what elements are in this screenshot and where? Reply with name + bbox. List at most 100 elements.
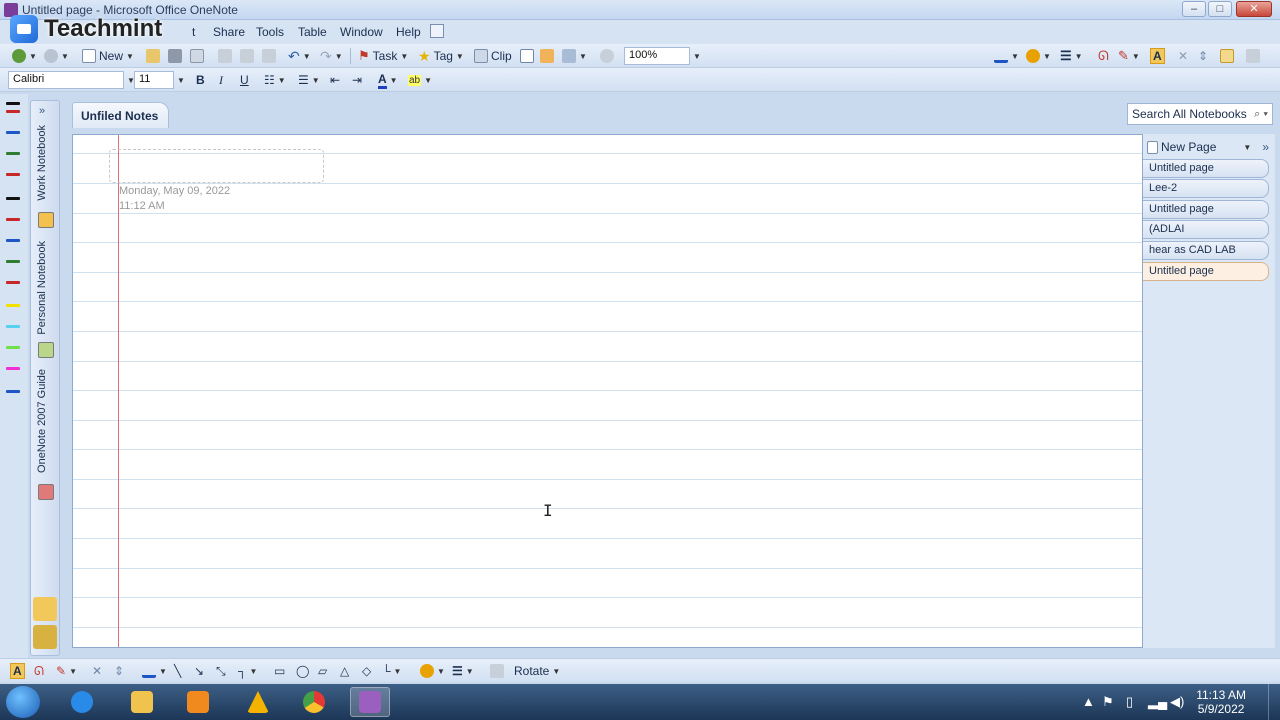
task-button[interactable]: ⚑ Task ▼ bbox=[358, 47, 408, 65]
green-pen-2[interactable] bbox=[6, 260, 20, 263]
insert-space-tool[interactable]: ⇕ bbox=[114, 662, 124, 680]
font-size-select[interactable]: 11 ▼ bbox=[134, 71, 185, 89]
redo-button[interactable]: ↷ ▼ bbox=[320, 47, 343, 65]
back-button[interactable]: ▼ bbox=[12, 47, 37, 65]
thickness-tool[interactable]: ☰ ▼ bbox=[452, 662, 474, 680]
type-select-button[interactable]: A bbox=[1150, 47, 1165, 65]
delete-drawing-button[interactable]: ✕ bbox=[1178, 47, 1188, 65]
system-clock[interactable]: 11:13 AM 5/9/2022 bbox=[1196, 688, 1246, 716]
start-button[interactable] bbox=[6, 686, 40, 718]
page-tab-3[interactable]: Untitled page bbox=[1143, 200, 1269, 219]
notebook-work-icon[interactable] bbox=[38, 212, 54, 228]
diamond-tool[interactable]: ◇ bbox=[362, 662, 371, 680]
new-page-button[interactable]: New Page ▼ » bbox=[1147, 138, 1269, 156]
page-tab-5[interactable]: hear as CAD LAB bbox=[1143, 241, 1269, 260]
tag-button[interactable]: ★ Tag ▼ bbox=[418, 47, 464, 65]
page-list-button[interactable] bbox=[540, 47, 554, 65]
taskbar-onenote[interactable] bbox=[350, 687, 390, 717]
color-tool[interactable]: ▼ bbox=[420, 662, 445, 680]
help-pin-icon[interactable] bbox=[430, 24, 444, 38]
action-center-flag-icon[interactable]: ⚑ bbox=[1102, 694, 1114, 710]
zoom-select[interactable]: 100% ▼ bbox=[624, 47, 701, 65]
print-button[interactable] bbox=[168, 47, 182, 65]
circle-tool[interactable]: ◯ bbox=[296, 662, 309, 680]
expand-navigation-icon[interactable]: » bbox=[39, 105, 45, 117]
page-tab-6-active[interactable]: Untitled page bbox=[1143, 262, 1269, 281]
notebook-work[interactable]: Work Notebook bbox=[36, 125, 48, 201]
line-weight-button[interactable]: ☰ ▼ bbox=[1060, 47, 1083, 65]
lasso-tool[interactable]: ᘏ bbox=[34, 662, 44, 680]
arrow-tool[interactable]: ↘ bbox=[194, 662, 204, 680]
search-icon[interactable]: ⌕ ▾ bbox=[1254, 108, 1268, 121]
battery-icon[interactable]: ▯ bbox=[1126, 694, 1133, 710]
rectangle-tool[interactable]: ▭ bbox=[274, 662, 285, 680]
type-select-tool[interactable]: A bbox=[10, 662, 25, 680]
copy-button[interactable] bbox=[240, 47, 254, 65]
black-pen[interactable] bbox=[6, 197, 20, 200]
increase-indent-button[interactable]: ⇥ bbox=[352, 71, 362, 89]
highlighter-color-button[interactable]: ▼ bbox=[1026, 47, 1051, 65]
pen-tool[interactable]: ▼ bbox=[142, 662, 167, 680]
taskbar-internet-explorer[interactable] bbox=[62, 687, 102, 717]
arrange-tool[interactable] bbox=[490, 662, 504, 680]
undo-button[interactable]: ↶ ▼ bbox=[288, 47, 311, 65]
taskbar-autocad[interactable] bbox=[238, 687, 278, 717]
taskbar-media-player[interactable] bbox=[178, 687, 218, 717]
double-arrow-tool[interactable]: ⤡ bbox=[216, 662, 226, 680]
forward-button[interactable]: ▼ bbox=[44, 47, 69, 65]
menu-item-share[interactable]: Share bbox=[213, 25, 245, 39]
section-tab-unfiled-notes[interactable]: Unfiled Notes bbox=[72, 102, 170, 128]
all-notebooks-icon[interactable] bbox=[33, 625, 57, 649]
page-tab-4[interactable]: (ADLAI bbox=[1143, 220, 1269, 239]
menu-item-help[interactable]: Help bbox=[396, 25, 421, 39]
close-button[interactable]: ✕ bbox=[1236, 1, 1272, 17]
page-view-button[interactable] bbox=[1220, 47, 1234, 65]
paste-button[interactable] bbox=[262, 47, 276, 65]
red-pen-3[interactable] bbox=[6, 218, 20, 221]
collapse-page-tabs-icon[interactable]: » bbox=[1262, 140, 1269, 154]
triangle-tool[interactable]: △ bbox=[340, 662, 349, 680]
rotate-button[interactable]: Rotate ▼ bbox=[514, 662, 560, 680]
font-color-button[interactable]: A ▼ bbox=[378, 71, 398, 89]
eraser-button[interactable]: ✎ ▼ bbox=[1118, 47, 1140, 65]
menu-item-tools[interactable]: Tools bbox=[256, 25, 284, 39]
pen-color-button[interactable]: ▼ bbox=[994, 47, 1019, 65]
notebook-guide[interactable]: OneNote 2007 Guide bbox=[36, 369, 48, 473]
minimize-button[interactable]: – bbox=[1182, 1, 1206, 17]
full-page-view-button[interactable]: ▼ bbox=[562, 47, 587, 65]
new-button[interactable]: New ▼ bbox=[82, 47, 134, 65]
red-pen-2[interactable] bbox=[6, 173, 20, 176]
blue-pen-3[interactable] bbox=[6, 390, 20, 393]
page-title-input[interactable] bbox=[109, 149, 324, 183]
maximize-button[interactable]: □ bbox=[1208, 1, 1232, 17]
volume-icon[interactable]: ◀) bbox=[1170, 694, 1184, 710]
print-preview-button[interactable] bbox=[190, 47, 204, 65]
blue-pen[interactable] bbox=[6, 131, 20, 134]
search-input[interactable]: Search All Notebooks ⌕ ▾ bbox=[1127, 103, 1273, 125]
decrease-indent-button[interactable]: ⇤ bbox=[330, 71, 340, 89]
page-canvas[interactable]: Monday, May 09, 2022 11:12 AM I bbox=[72, 134, 1143, 648]
clip-button[interactable]: Clip bbox=[474, 47, 512, 65]
taskbar-file-explorer[interactable] bbox=[122, 687, 162, 717]
green-highlighter[interactable] bbox=[6, 346, 20, 349]
menu-item-format[interactable]: t bbox=[192, 25, 195, 39]
cut-button[interactable] bbox=[218, 47, 232, 65]
open-button[interactable] bbox=[146, 47, 160, 65]
parallelogram-tool[interactable]: ▱ bbox=[318, 662, 327, 680]
delete-tool[interactable]: ✕ bbox=[92, 662, 102, 680]
axis-tool[interactable]: ┐ ▼ bbox=[238, 662, 257, 680]
insert-space-button[interactable]: ⇕ bbox=[1198, 47, 1208, 65]
cyan-highlighter[interactable] bbox=[6, 325, 20, 328]
font-name-select[interactable]: Calibri ▼ bbox=[8, 71, 135, 89]
red-pen[interactable] bbox=[6, 110, 20, 113]
numbering-button[interactable]: ☰ ▼ bbox=[298, 71, 320, 89]
notebook-guide-icon[interactable] bbox=[38, 484, 54, 500]
sync-button[interactable] bbox=[1246, 47, 1260, 65]
network-icon[interactable]: ▂▄ bbox=[1148, 694, 1167, 710]
taskbar-chrome[interactable] bbox=[294, 687, 334, 717]
bullets-button[interactable]: ☷ ▼ bbox=[264, 71, 286, 89]
green-pen[interactable] bbox=[6, 152, 20, 155]
red-pen-4[interactable] bbox=[6, 281, 20, 284]
pink-highlighter[interactable] bbox=[6, 367, 20, 370]
menu-item-window[interactable]: Window bbox=[340, 25, 383, 39]
